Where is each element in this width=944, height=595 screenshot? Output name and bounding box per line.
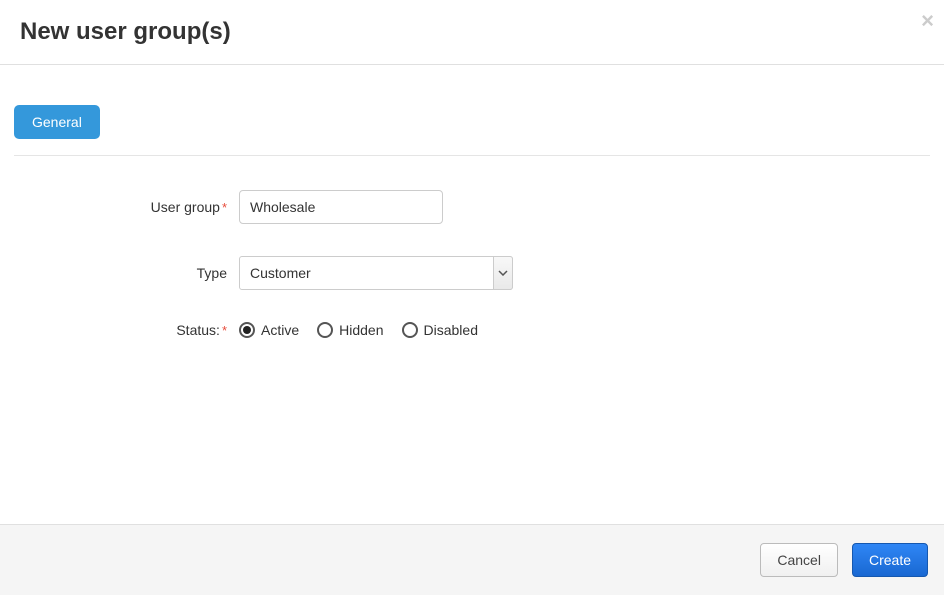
radio-icon — [402, 322, 418, 338]
radio-icon — [239, 322, 255, 338]
form-row-status: Status:* Active Hidden Disabled — [14, 322, 930, 338]
tab-general[interactable]: General — [14, 105, 100, 139]
status-radio-disabled-label: Disabled — [424, 322, 478, 338]
status-radio-hidden-label: Hidden — [339, 322, 383, 338]
type-label: Type — [14, 265, 239, 281]
status-label: Status:* — [14, 322, 239, 338]
modal-header: New user group(s) × — [0, 0, 944, 65]
modal-footer: Cancel Create — [0, 524, 944, 595]
modal-body: General User group* Type Customer Status… — [0, 65, 944, 390]
type-select-wrapper: Customer — [239, 256, 513, 290]
form-row-type: Type Customer — [14, 256, 930, 290]
status-label-text: Status: — [176, 322, 220, 338]
type-select[interactable]: Customer — [239, 256, 513, 290]
close-icon[interactable]: × — [921, 10, 934, 32]
status-radio-active[interactable]: Active — [239, 322, 299, 338]
tab-container: General — [14, 105, 930, 156]
form-container: User group* Type Customer Status:* — [14, 156, 930, 338]
user-group-label-text: User group — [151, 199, 220, 215]
required-marker: * — [222, 200, 227, 215]
modal-title: New user group(s) — [20, 18, 924, 46]
status-radio-hidden[interactable]: Hidden — [317, 322, 383, 338]
form-row-user-group: User group* — [14, 190, 930, 224]
status-radio-group: Active Hidden Disabled — [239, 322, 478, 338]
radio-icon — [317, 322, 333, 338]
create-button[interactable]: Create — [852, 543, 928, 577]
required-marker: * — [222, 323, 227, 338]
status-radio-active-label: Active — [261, 322, 299, 338]
user-group-input[interactable] — [239, 190, 443, 224]
cancel-button[interactable]: Cancel — [760, 543, 838, 577]
status-radio-disabled[interactable]: Disabled — [402, 322, 478, 338]
user-group-label: User group* — [14, 199, 239, 215]
